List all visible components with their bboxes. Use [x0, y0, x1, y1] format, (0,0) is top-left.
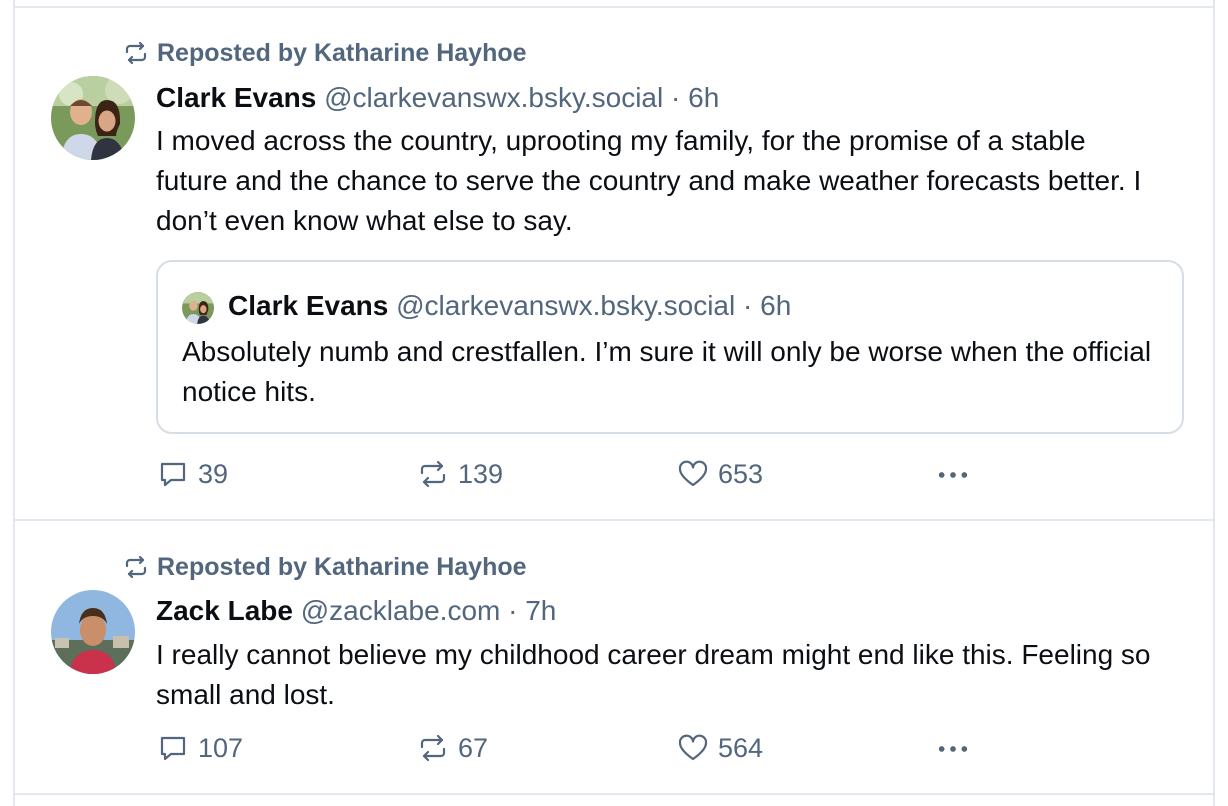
- avatar-couple[interactable]: [51, 76, 135, 160]
- like-count: 564: [718, 732, 764, 763]
- repost-count: 67: [458, 732, 489, 763]
- more-options-button[interactable]: [936, 730, 978, 766]
- post-actions: 107 67 564: [156, 730, 1056, 766]
- repost-button[interactable]: 139: [416, 456, 503, 492]
- repost-indicator[interactable]: Reposted by Katharine Hayhoe: [123, 552, 527, 582]
- repost-button[interactable]: 67: [416, 730, 488, 766]
- quote-text: Absolutely numb and crestfallen. I’m sur…: [182, 336, 1152, 407]
- quoted-post[interactable]: Clark Evans @clarkevanswx.bsky.social · …: [156, 260, 1184, 434]
- quote-post-time[interactable]: 6h: [760, 290, 791, 321]
- author-handle[interactable]: @clarkevanswx.bsky.social: [324, 82, 663, 113]
- like-count: 653: [718, 458, 764, 489]
- quote-author-handle[interactable]: @clarkevanswx.bsky.social: [396, 290, 735, 321]
- heart-icon: [676, 457, 710, 491]
- quote-author-name[interactable]: Clark Evans: [228, 290, 388, 321]
- post[interactable]: Reposted by Katharine Hayhoe Clark Evans…: [15, 8, 1213, 520]
- like-button[interactable]: 564: [676, 730, 763, 766]
- post[interactable]: Reposted by Katharine Hayhoe Zack Labe @…: [15, 521, 1213, 793]
- reply-button[interactable]: 39: [156, 456, 228, 492]
- more-icon: [936, 457, 970, 491]
- post-divider: [15, 793, 1213, 795]
- more-icon: [936, 731, 970, 765]
- author-name[interactable]: Clark Evans: [156, 82, 316, 113]
- reply-icon: [156, 457, 190, 491]
- reply-count: 39: [198, 458, 229, 489]
- repost-icon: [416, 731, 450, 765]
- quote-author-line: Clark Evans @clarkevanswx.bsky.social · …: [228, 288, 791, 324]
- post-actions: 39 139 653: [156, 456, 1056, 492]
- separator: ·: [671, 82, 681, 113]
- repost-icon: [123, 42, 149, 64]
- repost-label: Reposted by Katharine Hayhoe: [157, 552, 527, 581]
- separator: ·: [508, 595, 518, 626]
- reply-count: 107: [198, 732, 244, 763]
- repost-indicator[interactable]: Reposted by Katharine Hayhoe: [123, 38, 527, 68]
- post-text: I really cannot believe my childhood car…: [156, 639, 1151, 710]
- reply-icon: [156, 731, 190, 765]
- repost-label: Reposted by Katharine Hayhoe: [157, 38, 527, 67]
- author-handle[interactable]: @zacklabe.com: [301, 595, 501, 626]
- post-text: I moved across the country, uprooting my…: [156, 125, 1142, 236]
- repost-icon: [416, 457, 450, 491]
- feed: Reposted by Katharine Hayhoe Clark Evans…: [13, 0, 1215, 806]
- reply-button[interactable]: 107: [156, 730, 243, 766]
- repost-count: 139: [458, 458, 504, 489]
- separator: ·: [743, 290, 753, 321]
- like-button[interactable]: 653: [676, 456, 763, 492]
- post-time[interactable]: 7h: [525, 595, 556, 626]
- author-line: Clark Evans @clarkevanswx.bsky.social · …: [156, 80, 719, 116]
- repost-icon: [123, 556, 149, 578]
- more-options-button[interactable]: [936, 456, 978, 492]
- avatar-couple-small: [182, 292, 214, 324]
- avatar-man[interactable]: [51, 590, 135, 674]
- post-time[interactable]: 6h: [688, 82, 719, 113]
- heart-icon: [676, 731, 710, 765]
- author-name[interactable]: Zack Labe: [156, 595, 293, 626]
- author-line: Zack Labe @zacklabe.com · 7h: [156, 593, 556, 629]
